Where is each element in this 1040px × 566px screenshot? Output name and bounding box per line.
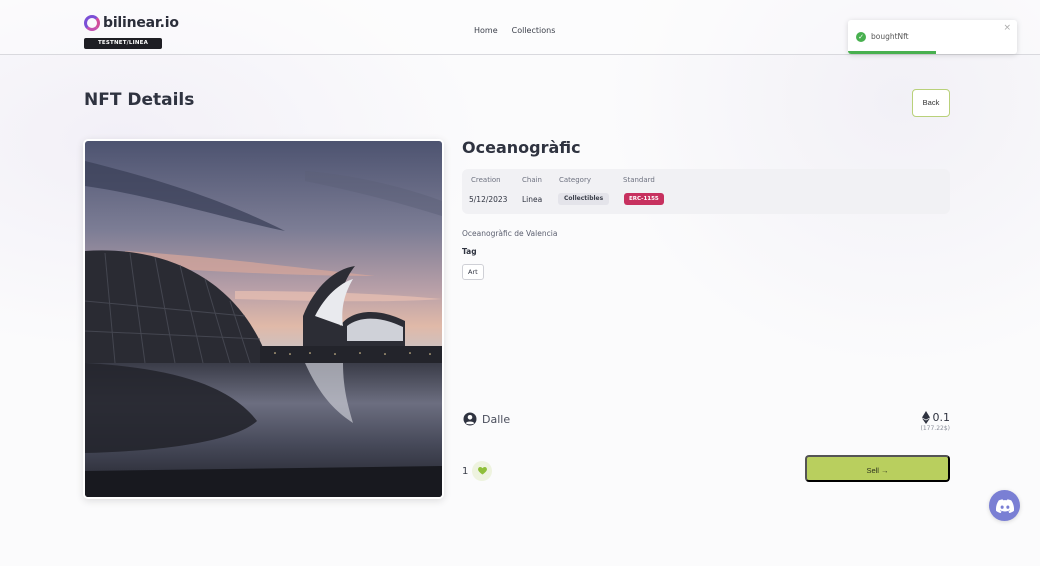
- nft-meta-panel: Creation 5/12/2023 Chain Linea Category …: [462, 169, 950, 214]
- owner-name: Dalle: [482, 412, 511, 426]
- creation-label: Creation: [471, 176, 501, 184]
- toast-progress-bar: [848, 51, 936, 54]
- close-icon[interactable]: ×: [1003, 23, 1011, 33]
- category-label: Category: [559, 176, 591, 184]
- nav-home-link[interactable]: Home: [474, 26, 498, 35]
- ethereum-icon: [921, 411, 930, 424]
- discord-icon: [995, 498, 1014, 513]
- back-button[interactable]: Back: [912, 89, 950, 117]
- user-circle-icon: [463, 412, 477, 426]
- sell-button[interactable]: Sell →: [805, 455, 950, 482]
- creation-value: 5/12/2023: [469, 195, 508, 204]
- standard-label: Standard: [623, 176, 655, 184]
- chain-value: Linea: [522, 195, 543, 204]
- price-value: 0.1: [932, 411, 951, 424]
- nft-name: Oceanogràfic: [462, 138, 581, 157]
- check-circle-icon: ✓: [856, 32, 866, 42]
- price-block: 0.1 (177.22$): [900, 411, 950, 432]
- category-chip: Collectibles: [558, 193, 610, 205]
- owner-info[interactable]: Dalle: [463, 412, 510, 426]
- nft-description: Oceanogràfic de Valencia: [462, 229, 558, 238]
- tag-chip[interactable]: Art: [462, 264, 484, 280]
- likes-section: 1: [462, 461, 493, 481]
- like-button[interactable]: [472, 461, 493, 481]
- like-count: 1: [462, 465, 469, 477]
- page-title: NFT Details: [84, 90, 195, 110]
- nft-image[interactable]: [85, 141, 442, 497]
- success-toast: ✓ boughtNft ×: [848, 20, 1017, 54]
- nft-image-card: [83, 139, 444, 499]
- nav-collections-link[interactable]: Collections: [512, 26, 556, 35]
- network-badge: TESTNET/LINEA: [84, 38, 162, 49]
- logo-ring-icon: [84, 15, 100, 31]
- standard-badge: ERC-1155: [624, 193, 664, 205]
- main-nav: Home Collections: [474, 26, 555, 35]
- chain-label: Chain: [522, 176, 542, 184]
- logo[interactable]: bilinear.io: [84, 15, 179, 31]
- price-usd: (177.22$): [920, 425, 951, 432]
- logo-text: bilinear.io: [103, 15, 179, 31]
- toast-message: boughtNft: [871, 32, 909, 41]
- tag-heading: Tag: [462, 247, 477, 256]
- heart-icon: [477, 467, 487, 475]
- discord-button[interactable]: [989, 490, 1020, 521]
